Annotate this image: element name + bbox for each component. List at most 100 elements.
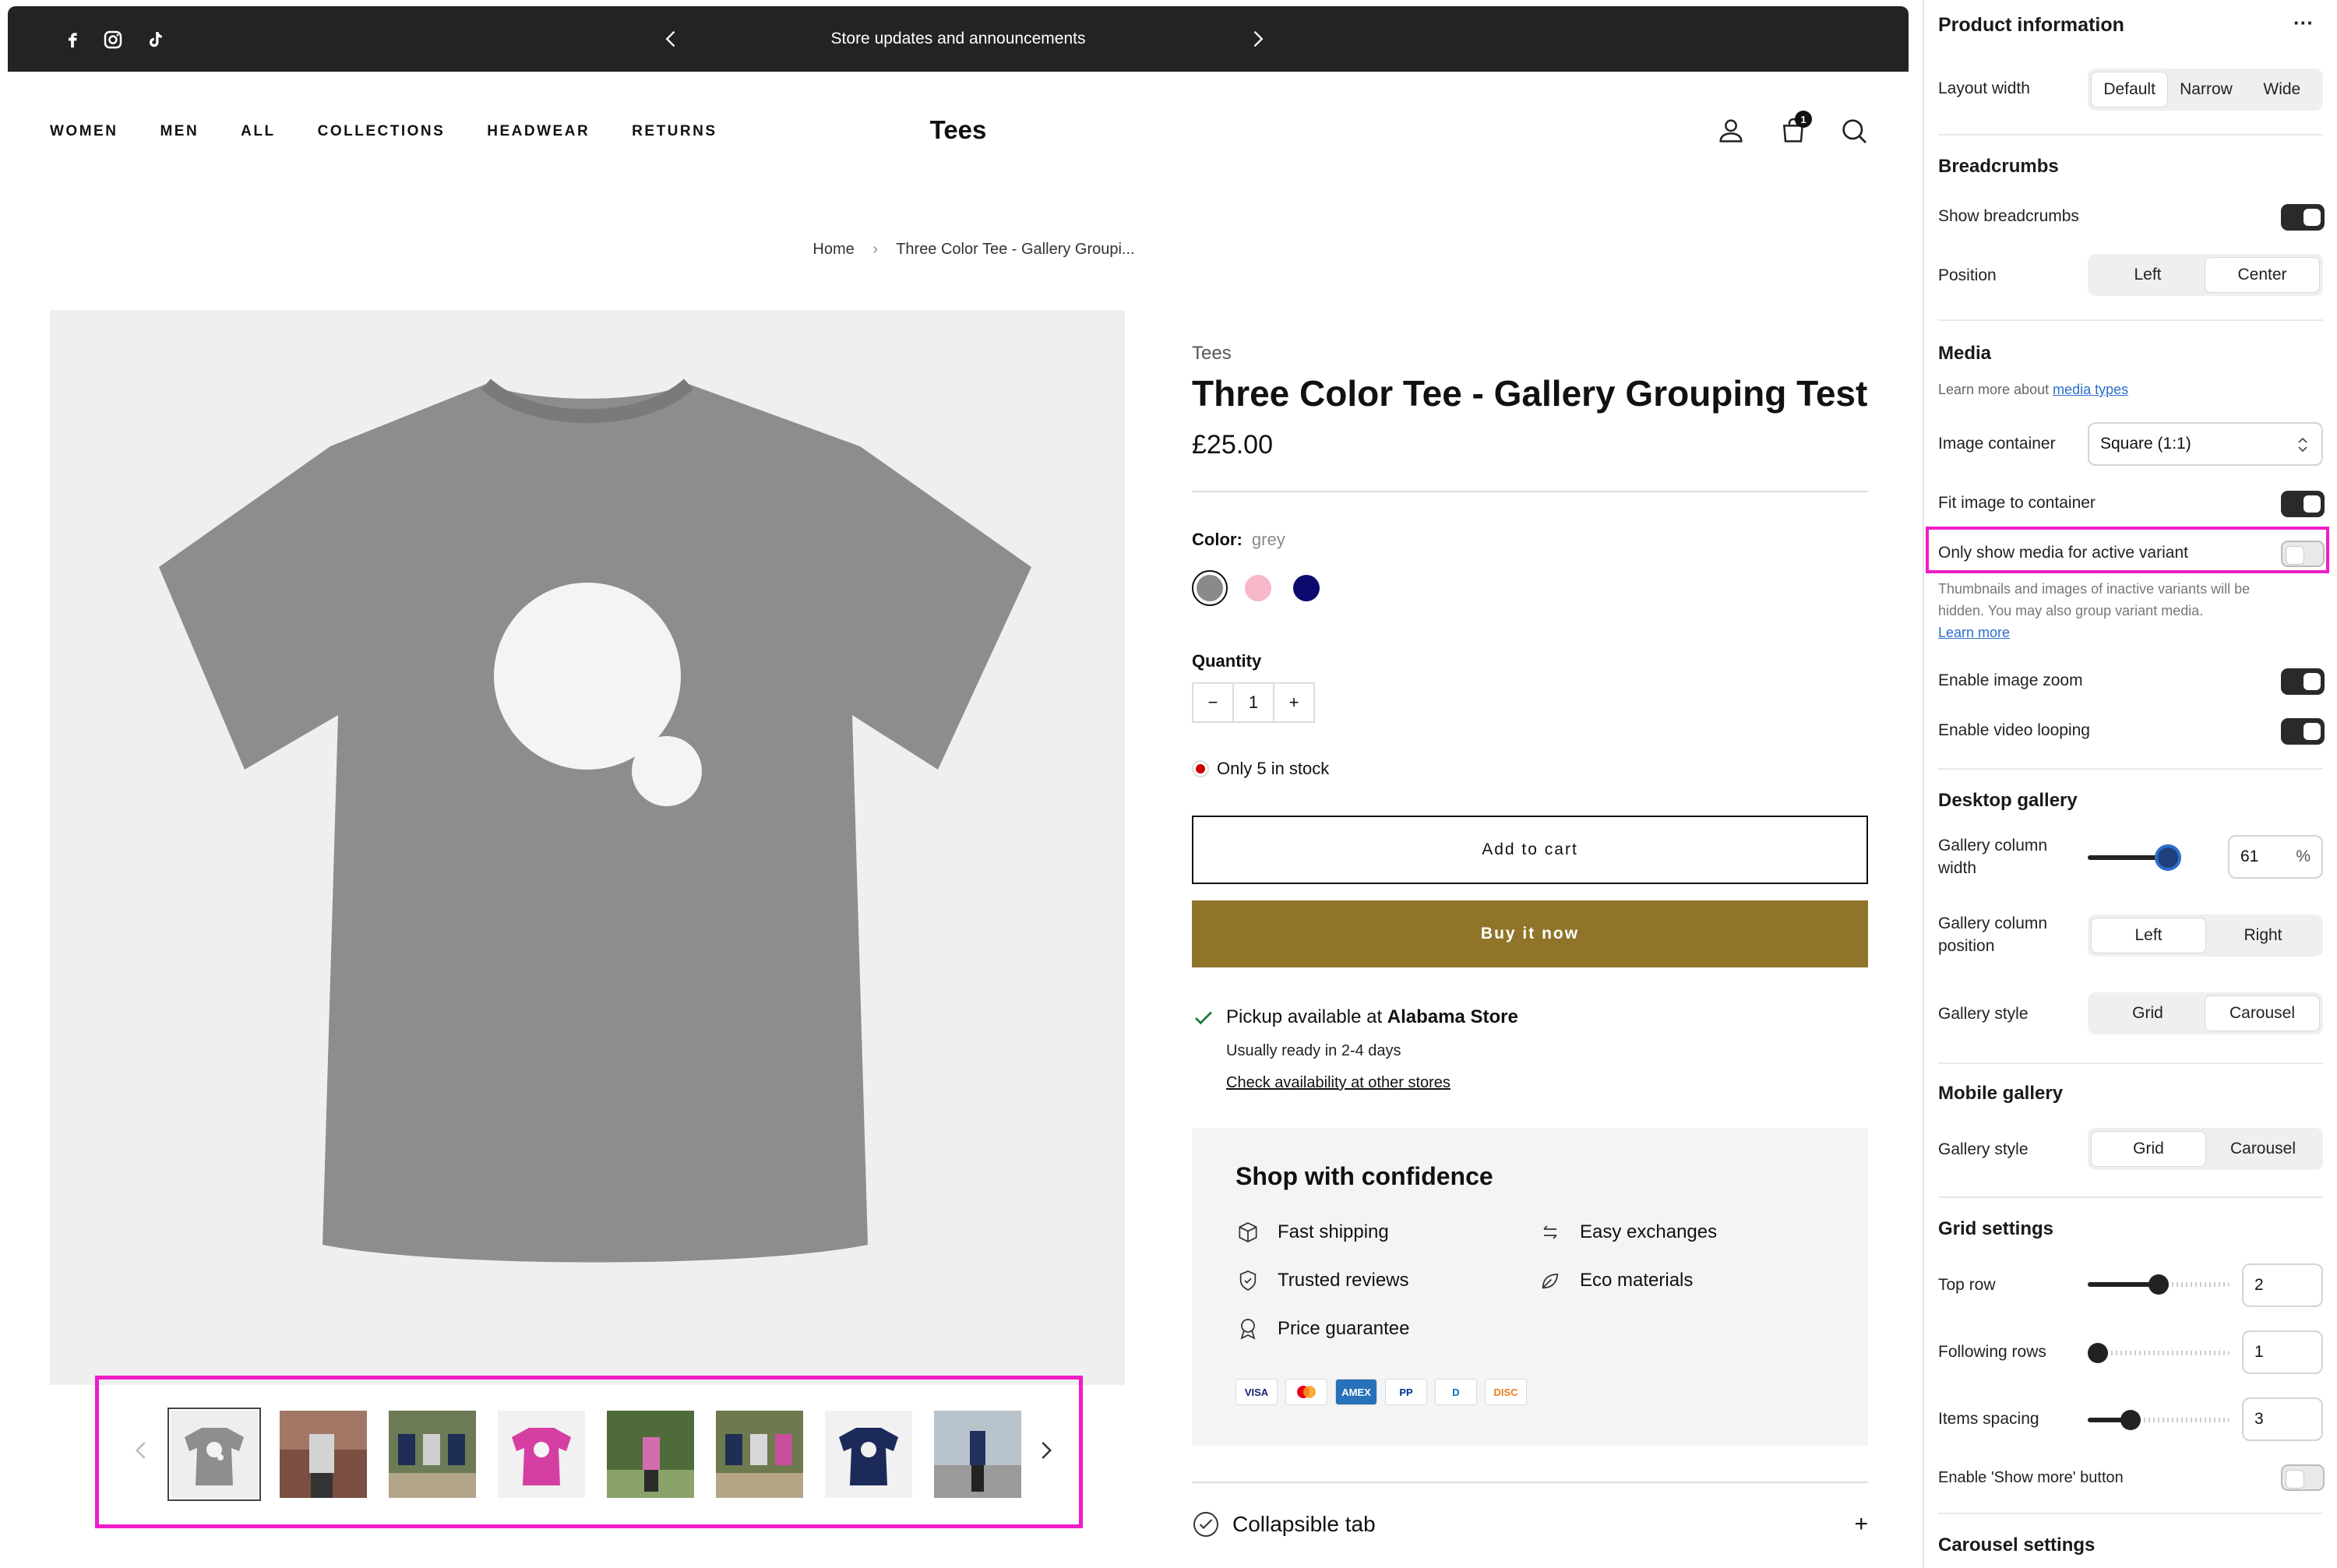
mobile-gallery-style-grid[interactable]: Grid: [2091, 1131, 2206, 1167]
swatch-pink[interactable]: [1240, 570, 1276, 606]
mastercard-icon: [1285, 1379, 1327, 1405]
gallery-width-label-1: Gallery column: [1938, 837, 2048, 854]
breadcrumb-position-left[interactable]: Left: [2091, 257, 2205, 293]
thumbnail-model-photo[interactable]: [280, 1411, 367, 1498]
items-spacing-input[interactable]: 3: [2242, 1397, 2323, 1441]
nav-item-returns[interactable]: RETURNS: [632, 123, 717, 140]
swatch-grey[interactable]: [1192, 570, 1228, 606]
only-active-variant-label: Only show media for active variant: [1938, 544, 2188, 562]
divider: [1938, 768, 2323, 770]
store-logo[interactable]: Tees: [880, 115, 1036, 145]
announcement-bar: Store updates and announcements: [8, 6, 1909, 72]
desktop-gallery-heading: Desktop gallery: [1938, 790, 2078, 811]
nav-item-headwear[interactable]: HEADWEAR: [487, 123, 590, 140]
announcement-next-icon[interactable]: [1246, 28, 1268, 50]
visa-icon: VISA: [1235, 1379, 1278, 1405]
only-active-learn-more-link[interactable]: Learn more: [1938, 625, 2010, 641]
following-rows-slider[interactable]: [2088, 1343, 2229, 1363]
nav-item-women[interactable]: WOMEN: [50, 123, 118, 140]
breadcrumb-home[interactable]: Home: [812, 241, 854, 258]
collapsible-tab[interactable]: Collapsible tab +: [1192, 1503, 1868, 1545]
top-row-label: Top row: [1938, 1276, 1996, 1294]
feature-price-guarantee: Price guarantee: [1235, 1316, 1409, 1341]
thumbnail-navy-tee[interactable]: [825, 1411, 912, 1498]
media-types-link[interactable]: media types: [2053, 382, 2128, 397]
thumbnail-next-icon[interactable]: [1034, 1439, 1057, 1462]
panel-title: Product information: [1938, 14, 2124, 36]
thumbnail-park-photo[interactable]: [607, 1411, 694, 1498]
thumbnail-grey-tee[interactable]: [167, 1408, 261, 1501]
video-looping-toggle[interactable]: [2281, 718, 2325, 745]
items-spacing-label: Items spacing: [1938, 1410, 2039, 1428]
nav-item-men[interactable]: MEN: [160, 123, 199, 140]
breadcrumbs-heading: Breadcrumbs: [1938, 156, 2059, 177]
product-main-image[interactable]: [50, 310, 1125, 1385]
thumbnail-skatepark-photo[interactable]: [934, 1411, 1021, 1498]
slider-knob[interactable]: [2155, 844, 2181, 871]
desktop-gallery-style-carousel[interactable]: Carousel: [2205, 995, 2320, 1031]
only-active-help-line2: hidden. You may also group variant media…: [1938, 603, 2204, 618]
nav-item-collections[interactable]: COLLECTIONS: [318, 123, 446, 140]
feature-label: Fast shipping: [1278, 1221, 1389, 1242]
mobile-gallery-style-carousel[interactable]: Carousel: [2206, 1131, 2320, 1167]
product-vendor[interactable]: Tees: [1192, 343, 1232, 365]
desktop-gallery-style-label: Gallery style: [1938, 1005, 2029, 1023]
announcement-text[interactable]: Store updates and announcements: [8, 6, 1909, 72]
gallery-width-input[interactable]: 61 %: [2228, 835, 2323, 879]
nav-item-all[interactable]: ALL: [241, 123, 275, 140]
more-options-icon[interactable]: ···: [2293, 11, 2314, 35]
buy-now-button[interactable]: Buy it now: [1192, 900, 1868, 967]
thumbnail-group-photo[interactable]: [389, 1411, 476, 1498]
stock-text: Only 5 in stock: [1217, 759, 1330, 778]
gallery-width-slider[interactable]: [2088, 844, 2181, 871]
only-active-variant-toggle[interactable]: [2281, 541, 2325, 567]
shop-with-confidence: Shop with confidence Fast shipping Easy …: [1192, 1128, 1868, 1446]
divider: [1938, 134, 2323, 136]
divider: [1938, 1196, 2323, 1198]
quantity-minus-button[interactable]: −: [1193, 684, 1234, 721]
swatch-navy[interactable]: [1288, 570, 1324, 606]
layout-width-default[interactable]: Default: [2091, 72, 2169, 107]
quantity-input[interactable]: 1: [1234, 684, 1274, 721]
desktop-gallery-style-grid[interactable]: Grid: [2091, 995, 2205, 1031]
gallery-position-right[interactable]: Right: [2206, 918, 2320, 953]
fit-image-toggle[interactable]: [2281, 491, 2325, 517]
cart-icon[interactable]: 1: [1778, 111, 1812, 146]
quantity-plus-button[interactable]: +: [1274, 684, 1313, 721]
image-zoom-label: Enable image zoom: [1938, 671, 2083, 689]
thumbnail-pink-tee[interactable]: [498, 1411, 585, 1498]
quantity-label: Quantity: [1192, 651, 1262, 671]
top-row-input[interactable]: 2: [2242, 1263, 2323, 1307]
feature-trusted-reviews: Trusted reviews: [1235, 1268, 1409, 1293]
slider-knob[interactable]: [2088, 1343, 2108, 1363]
gallery-position-left[interactable]: Left: [2091, 918, 2206, 953]
product-title: Three Color Tee - Gallery Grouping Test: [1192, 373, 1868, 414]
items-spacing-slider[interactable]: [2088, 1410, 2229, 1430]
breadcrumb-position-center[interactable]: Center: [2205, 257, 2320, 293]
thumbnail-trio-photo[interactable]: [716, 1411, 803, 1498]
carousel-settings-heading: Carousel settings: [1938, 1535, 2096, 1556]
divider: [1938, 319, 2323, 321]
layout-width-narrow[interactable]: Narrow: [2168, 72, 2244, 107]
layout-width-wide[interactable]: Wide: [2244, 72, 2320, 107]
product-price: £25.00: [1192, 430, 1273, 460]
show-more-toggle[interactable]: [2281, 1464, 2325, 1491]
stock-status: Only 5 in stock: [1192, 759, 1329, 779]
slider-knob[interactable]: [2148, 1274, 2169, 1295]
check-circle-icon: [1193, 1512, 1218, 1537]
search-icon[interactable]: [1838, 115, 1870, 146]
top-row-slider[interactable]: [2088, 1274, 2229, 1295]
image-container-select[interactable]: Square (1:1): [2088, 422, 2323, 466]
grey-tshirt-image: [159, 379, 1031, 1263]
check-availability-link[interactable]: Check availability at other stores: [1226, 1074, 1450, 1092]
badge-icon: [1240, 1319, 1256, 1340]
plus-icon: +: [1854, 1511, 1868, 1537]
add-to-cart-button[interactable]: Add to cart: [1192, 816, 1868, 884]
image-zoom-toggle[interactable]: [2281, 668, 2325, 695]
following-rows-input[interactable]: 1: [2242, 1330, 2323, 1374]
show-breadcrumbs-toggle[interactable]: [2281, 204, 2325, 231]
thumbnail-prev-icon[interactable]: [130, 1439, 153, 1462]
account-icon[interactable]: [1715, 115, 1747, 146]
media-learn-prefix: Learn more about: [1938, 382, 2053, 397]
slider-knob[interactable]: [2120, 1410, 2141, 1430]
